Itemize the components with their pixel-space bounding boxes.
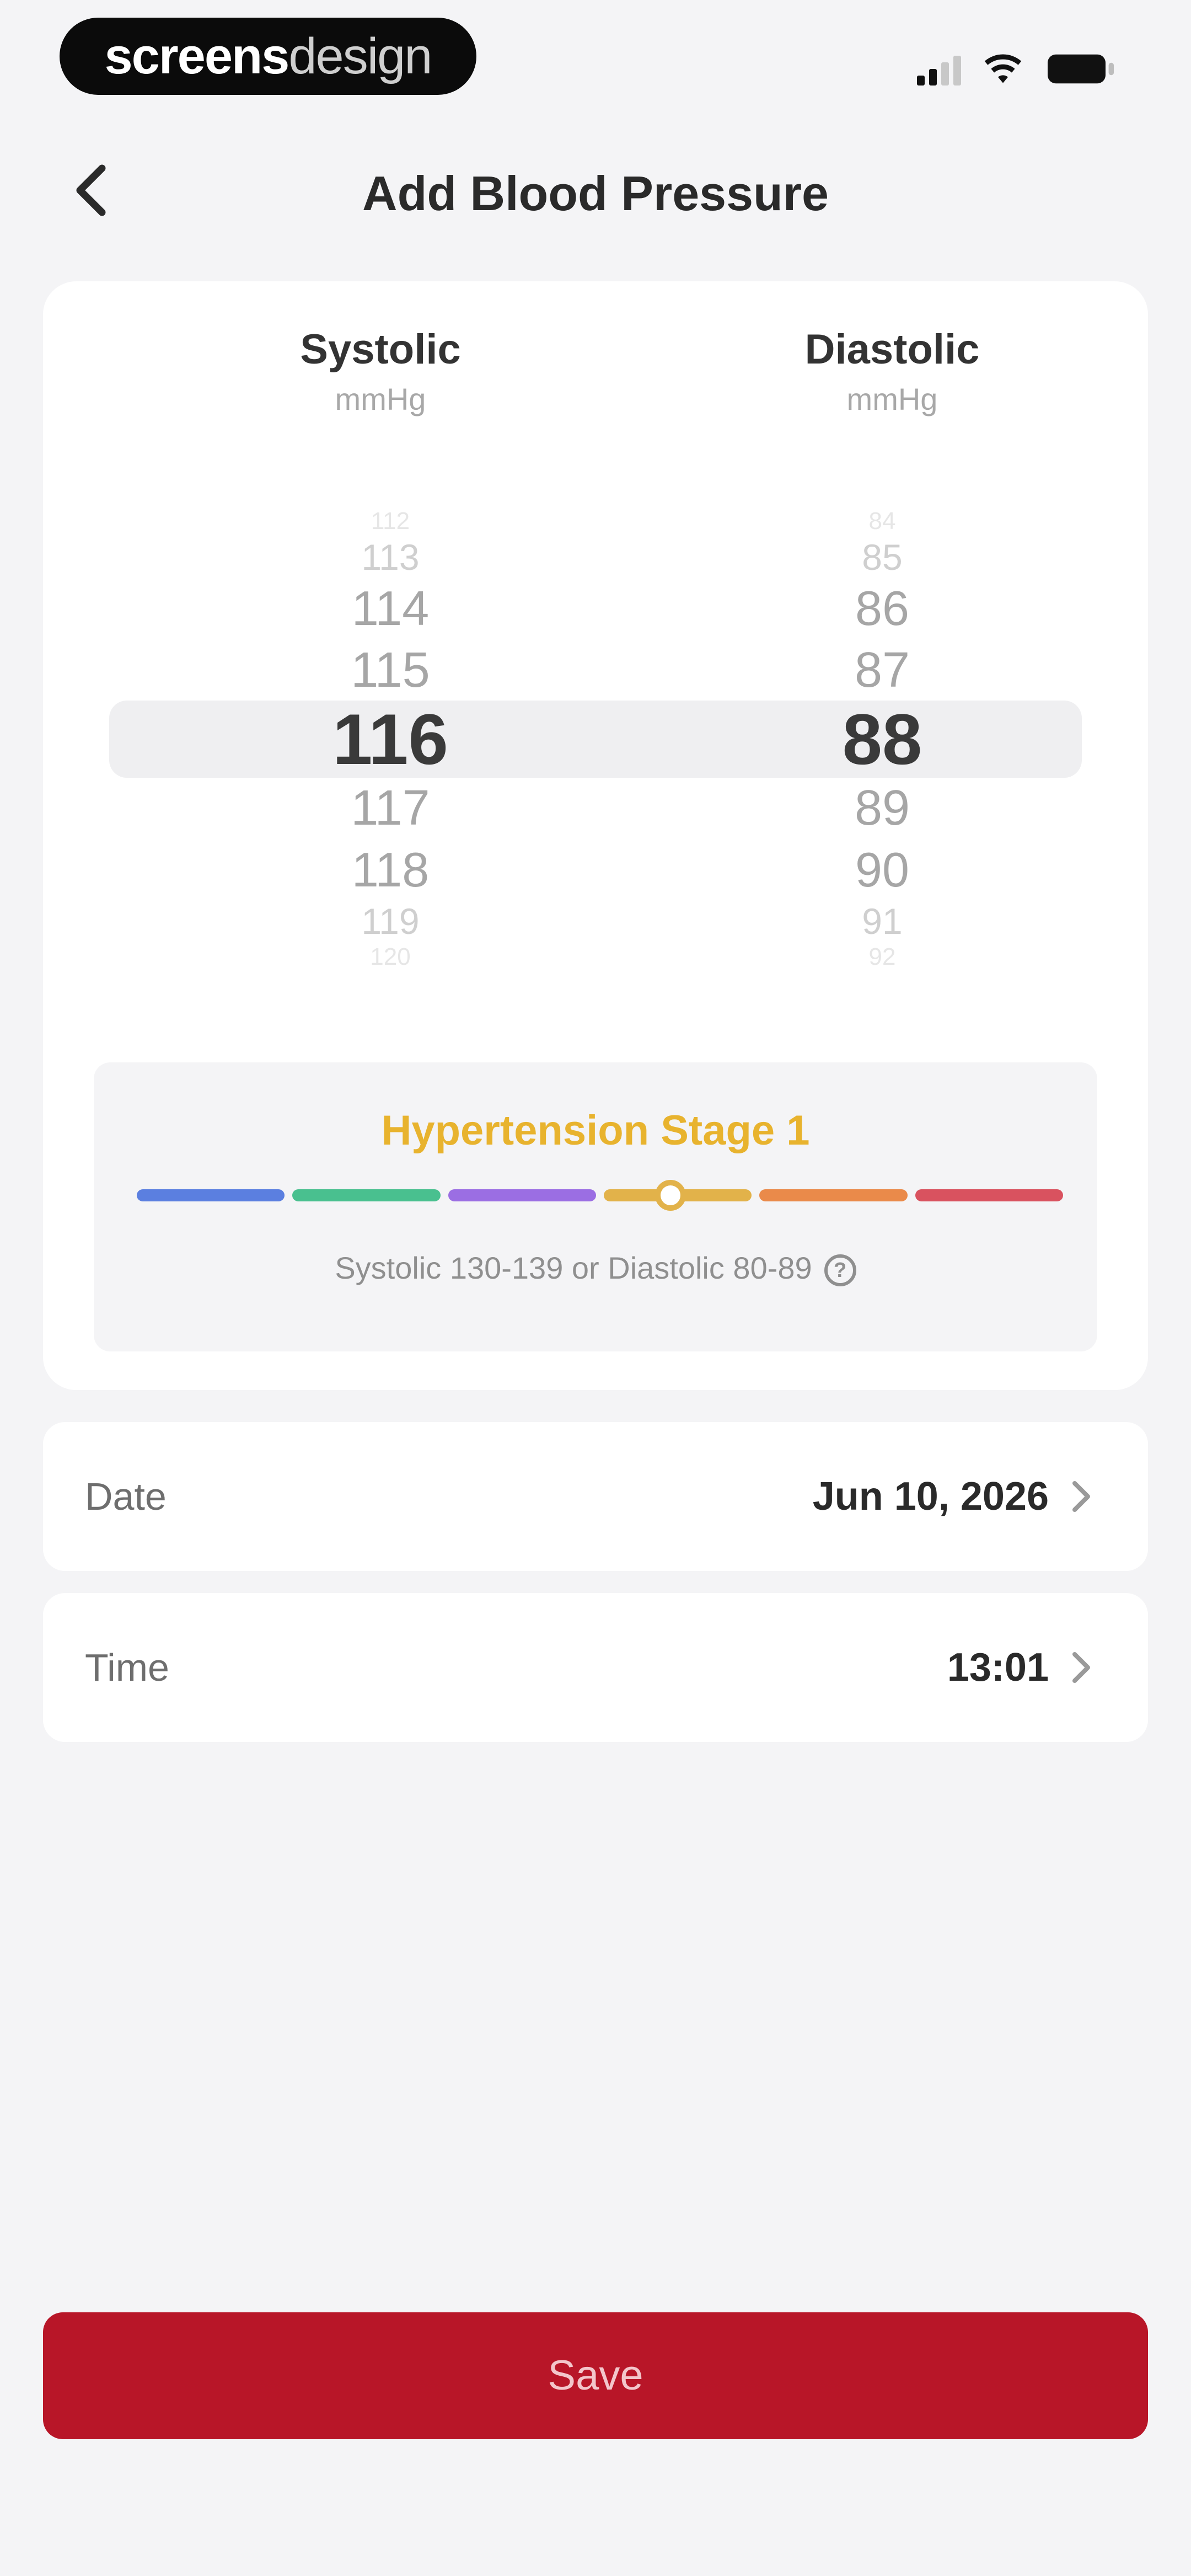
date-label: Date xyxy=(85,1475,167,1518)
time-value: 13:01 xyxy=(947,1645,1049,1690)
systolic-wheel-option[interactable]: 120 xyxy=(225,945,556,969)
diastolic-wheel-option[interactable]: 84 xyxy=(717,509,1048,533)
date-row[interactable]: Date Jun 10, 2026 xyxy=(43,1422,1148,1571)
scale-segment xyxy=(448,1189,596,1201)
date-value: Jun 10, 2026 xyxy=(812,1474,1049,1519)
add-blood-pressure-screen: screens design Add Blood Pressure Systol… xyxy=(0,0,1191,2576)
scale-segment xyxy=(137,1189,285,1201)
systolic-wheel-option[interactable]: 113 xyxy=(225,539,556,575)
bp-category-title: Hypertension Stage 1 xyxy=(381,1107,810,1154)
page-title: Add Blood Pressure xyxy=(362,166,829,221)
systolic-wheel-option[interactable]: 112 xyxy=(225,509,556,533)
diastolic-selected-value[interactable]: 88 xyxy=(717,703,1048,775)
blood-pressure-picker-card: Systolic mmHg Diastolic mmHg 112 113 114 11… xyxy=(43,281,1148,1390)
diastolic-wheel-option[interactable]: 86 xyxy=(717,584,1048,633)
scale-segment xyxy=(759,1189,908,1201)
cellular-signal-icon xyxy=(917,52,961,85)
time-label: Time xyxy=(85,1646,169,1689)
scale-indicator xyxy=(654,1180,686,1211)
battery-icon xyxy=(1048,54,1114,84)
diastolic-wheel-option[interactable]: 92 xyxy=(717,945,1048,969)
diastolic-wheel-option[interactable]: 87 xyxy=(717,645,1048,695)
diastolic-wheel-option[interactable]: 89 xyxy=(717,783,1048,833)
systolic-wheel-option[interactable]: 115 xyxy=(225,645,556,695)
systolic-selected-value[interactable]: 116 xyxy=(225,703,556,775)
systolic-wheel-option[interactable]: 117 xyxy=(225,783,556,833)
save-button[interactable]: Save xyxy=(43,2312,1148,2439)
status-icons xyxy=(917,52,1117,85)
diastolic-wheel-option[interactable]: 91 xyxy=(717,903,1048,939)
brand-logo-light: design xyxy=(288,28,432,84)
bp-category-range-text: Systolic 130-139 or Diastolic 80-89 xyxy=(335,1250,812,1285)
systolic-wheel-option[interactable]: 114 xyxy=(225,584,556,633)
bp-category-panel: Hypertension Stage 1 Systolic 130-139 or… xyxy=(94,1062,1097,1351)
bp-category-scale xyxy=(137,1180,1063,1211)
brand-logo: screens design xyxy=(60,18,476,95)
systolic-wheel-option[interactable]: 118 xyxy=(225,846,556,894)
nav-bar: Add Blood Pressure xyxy=(0,149,1191,237)
scale-segment xyxy=(915,1189,1063,1201)
help-icon[interactable]: ? xyxy=(824,1254,856,1287)
systolic-wheel-option[interactable]: 119 xyxy=(225,903,556,939)
diastolic-wheel-option[interactable]: 85 xyxy=(717,539,1048,575)
brand-logo-bold: screens xyxy=(104,28,290,84)
chevron-right-icon xyxy=(1062,1477,1101,1516)
scale-segment xyxy=(292,1189,441,1201)
chevron-right-icon xyxy=(1062,1648,1101,1687)
bp-category-description: Systolic 130-139 or Diastolic 80-89? xyxy=(94,1250,1097,1287)
time-row[interactable]: Time 13:01 xyxy=(43,1593,1148,1742)
wifi-icon xyxy=(984,54,1022,83)
status-bar: screens design xyxy=(0,0,1191,110)
diastolic-wheel-option[interactable]: 90 xyxy=(717,846,1048,894)
